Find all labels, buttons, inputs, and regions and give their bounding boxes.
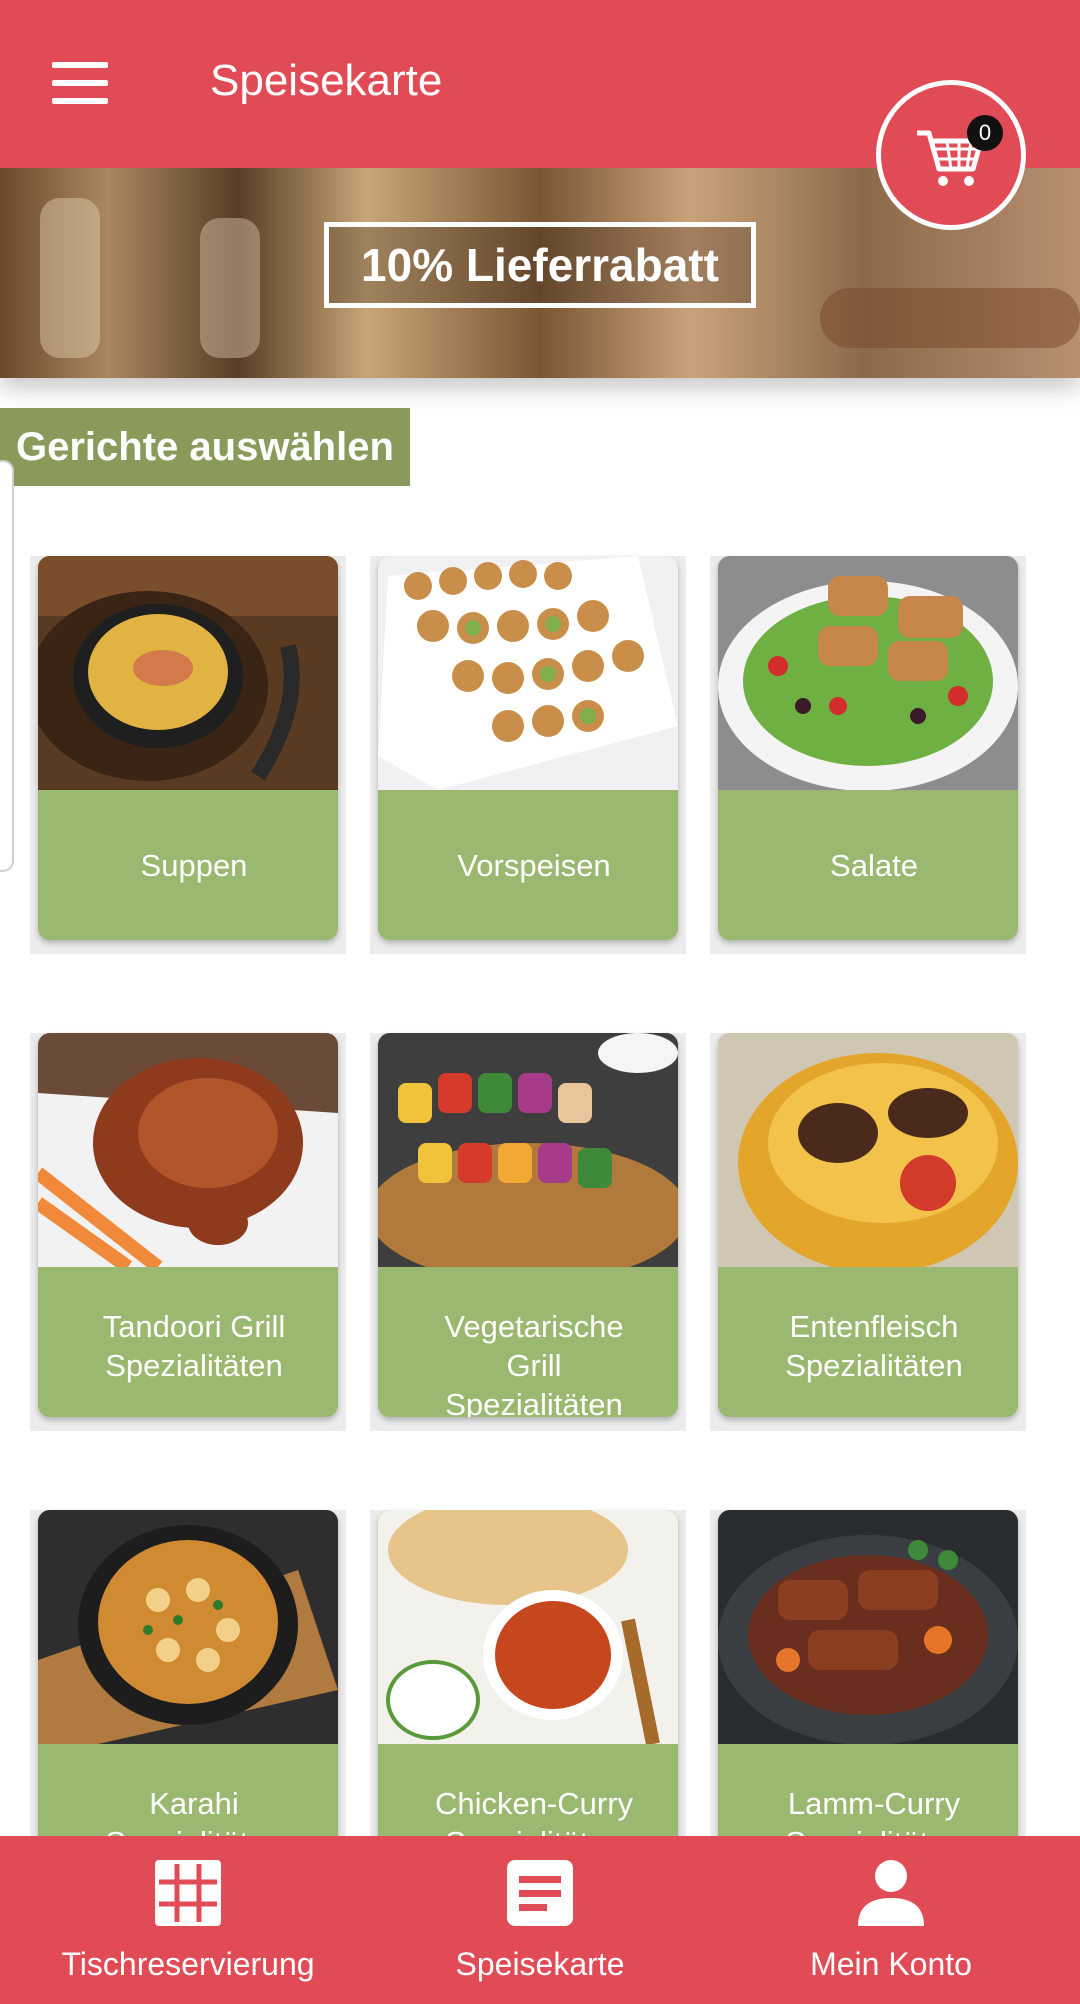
salad-photo bbox=[718, 556, 1018, 790]
soup-photo bbox=[38, 556, 338, 790]
duck-dish-photo bbox=[718, 1033, 1018, 1267]
page-title: Speisekarte bbox=[210, 56, 443, 105]
chicken-curry-photo bbox=[378, 1510, 678, 1744]
appetizer-platter-photo bbox=[378, 556, 678, 790]
grid-icon bbox=[155, 1860, 221, 1926]
category-label: Tandoori Grill Spezialitäten bbox=[102, 1309, 286, 1383]
category-label: Salate bbox=[830, 848, 918, 883]
tandoori-chicken-photo bbox=[38, 1033, 338, 1267]
category-card-vorspeisen[interactable]: Vorspeisen bbox=[378, 556, 678, 940]
menu-document-icon bbox=[507, 1860, 573, 1926]
category-card-entenfleisch[interactable]: Entenfleisch Spezialitäten bbox=[718, 1033, 1018, 1417]
category-label: Entenfleisch Spezialitäten bbox=[785, 1309, 963, 1383]
category-label: Vegetarische Grill Spezialitäten bbox=[444, 1309, 624, 1417]
bottom-navigation: Tischreservierung Speisekarte Mein Konto bbox=[0, 1836, 1080, 2004]
karahi-pot-photo bbox=[38, 1510, 338, 1744]
category-card-suppen[interactable]: Suppen bbox=[38, 556, 338, 940]
category-card-salate[interactable]: Salate bbox=[718, 556, 1018, 940]
nav-mein-konto[interactable]: Mein Konto bbox=[780, 1836, 1002, 2004]
section-title: Gerichte auswählen bbox=[0, 408, 410, 486]
drawer-edge-handle[interactable] bbox=[0, 460, 14, 872]
category-label: Vorspeisen bbox=[457, 848, 611, 883]
nav-label: Mein Konto bbox=[810, 1946, 972, 1982]
nav-label: Tischreservierung bbox=[61, 1946, 315, 1982]
cart-button[interactable]: 0 bbox=[876, 80, 1026, 230]
category-card-vegetarische-grill[interactable]: Vegetarische Grill Spezialitäten bbox=[378, 1033, 678, 1417]
nav-tischreservierung[interactable]: Tischreservierung bbox=[40, 1836, 336, 2004]
cart-count-badge: 0 bbox=[967, 115, 1003, 151]
nav-label: Speisekarte bbox=[455, 1946, 625, 1982]
veg-skewers-photo bbox=[378, 1033, 678, 1267]
lamb-curry-photo bbox=[718, 1510, 1018, 1744]
category-card-tandoori-grill[interactable]: Tandoori Grill Spezialitäten bbox=[38, 1033, 338, 1417]
nav-speisekarte[interactable]: Speisekarte bbox=[390, 1836, 690, 2004]
promo-label[interactable]: 10% Lieferrabatt bbox=[324, 222, 756, 308]
person-icon bbox=[858, 1860, 924, 1926]
category-label: Suppen bbox=[140, 848, 248, 883]
menu-icon[interactable] bbox=[52, 62, 114, 110]
